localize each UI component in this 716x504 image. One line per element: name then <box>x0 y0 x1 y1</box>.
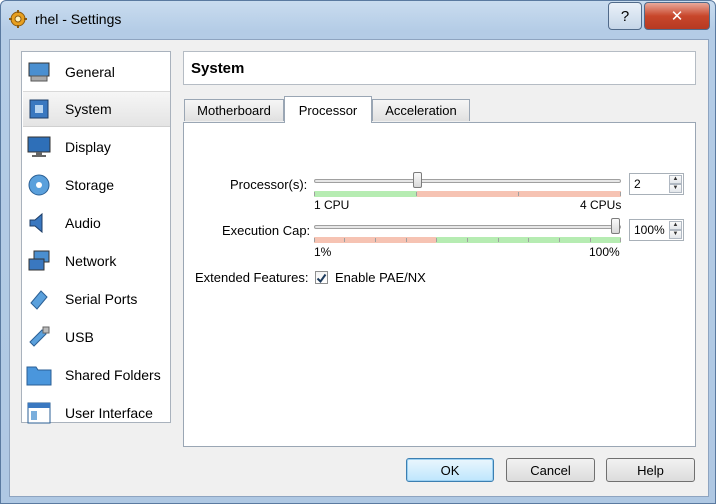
help-button[interactable]: Help <box>606 458 695 482</box>
help-button-label: Help <box>637 462 664 478</box>
tab-motherboard[interactable]: Motherboard <box>184 99 284 121</box>
exec-cap-value: 100% <box>634 223 665 237</box>
checkmark-icon <box>316 273 327 284</box>
title-help-button[interactable]: ? <box>608 2 642 30</box>
processors-min-label: 1 CPU <box>314 198 350 212</box>
exec-cap-max-label: 100% <box>589 245 620 259</box>
page-title: System <box>191 60 245 77</box>
exec-cap-label: Execution Cap: <box>222 223 311 238</box>
tab-label: Acceleration <box>385 103 457 118</box>
processors-scale <box>314 191 621 197</box>
chip-icon <box>26 96 52 122</box>
tab-acceleration[interactable]: Acceleration <box>372 99 470 121</box>
sidebar-item-label: General <box>65 64 115 80</box>
sidebar-item-user-interface[interactable]: User Interface <box>23 395 170 431</box>
sidebar-item-usb[interactable]: USB <box>23 319 170 355</box>
gear-icon <box>9 10 27 28</box>
sidebar-item-storage[interactable]: Storage <box>23 167 170 203</box>
serial-port-icon <box>26 286 52 312</box>
spin-up-icon[interactable]: ▲ <box>669 221 682 230</box>
spin-down-icon[interactable]: ▼ <box>669 230 682 239</box>
sidebar-item-label: Shared Folders <box>65 367 161 383</box>
sidebar-item-label: System <box>65 101 112 117</box>
sidebar-item-audio[interactable]: Audio <box>23 205 170 241</box>
window-title: rhel - Settings <box>35 11 122 27</box>
processors-slider-track[interactable] <box>314 179 621 183</box>
extended-features-label: Extended Features: <box>195 270 309 285</box>
pae-checkbox[interactable] <box>315 271 328 284</box>
processors-value: 2 <box>634 177 641 191</box>
disk-icon <box>26 172 52 198</box>
exec-cap-scale <box>314 237 621 243</box>
sidebar-item-display[interactable]: Display <box>23 129 170 165</box>
ok-button[interactable]: OK <box>406 458 494 482</box>
processors-label: Processor(s): <box>230 177 308 192</box>
cancel-button[interactable]: Cancel <box>506 458 595 482</box>
processor-tab-panel: Processor(s): 1 CPU 4 CPUs 2 ▲ ▼ Executi… <box>183 122 696 447</box>
display-icon <box>26 134 52 160</box>
processors-max-label: 4 CPUs <box>580 198 622 212</box>
close-icon: ✕ <box>670 8 684 25</box>
exec-cap-slider-track[interactable] <box>314 225 621 229</box>
sidebar-item-label: Network <box>65 253 117 269</box>
title-bar[interactable]: rhel - Settings ? ✕ <box>1 1 715 39</box>
usb-icon <box>26 324 52 350</box>
pae-label[interactable]: Enable PAE/NX <box>335 270 426 285</box>
sidebar-item-shared-folders[interactable]: Shared Folders <box>23 357 170 393</box>
sidebar-item-label: USB <box>65 329 94 345</box>
tab-label: Motherboard <box>197 103 271 118</box>
window-ui-icon <box>26 400 52 426</box>
exec-cap-spin-buttons: ▲ ▼ <box>669 221 682 239</box>
spin-down-icon[interactable]: ▼ <box>669 184 682 193</box>
sidebar-item-label: Serial Ports <box>65 291 138 307</box>
sidebar-item-serial-ports[interactable]: Serial Ports <box>23 281 170 317</box>
processors-slider-thumb[interactable] <box>413 172 422 188</box>
cancel-button-label: Cancel <box>530 462 571 478</box>
help-icon: ? <box>620 7 630 25</box>
close-button[interactable]: ✕ <box>644 2 710 30</box>
network-icon <box>26 248 52 274</box>
exec-cap-slider-thumb[interactable] <box>611 218 620 234</box>
sidebar-item-network[interactable]: Network <box>23 243 170 279</box>
tab-processor[interactable]: Processor <box>284 96 372 123</box>
exec-cap-min-label: 1% <box>314 245 332 259</box>
sidebar-item-label: Storage <box>65 177 115 193</box>
sidebar-item-label: User Interface <box>65 405 153 421</box>
sidebar-item-general[interactable]: General <box>23 54 170 90</box>
tab-label: Processor <box>298 102 358 118</box>
settings-window: rhel - Settings ? ✕ General System Displ… <box>0 0 716 504</box>
sidebar-item-system[interactable]: System <box>23 91 170 127</box>
page-header: System <box>183 51 696 85</box>
processors-spin-buttons: ▲ ▼ <box>669 175 682 193</box>
speaker-icon <box>26 210 52 236</box>
dialog-client: General System Display Storage Audio Net… <box>9 39 709 497</box>
exec-cap-spinbox[interactable]: 100% ▲ ▼ <box>629 219 684 241</box>
sidebar-item-label: Display <box>65 139 111 155</box>
processors-spinbox[interactable]: 2 ▲ ▼ <box>629 173 684 195</box>
sidebar-item-label: Audio <box>65 215 101 231</box>
ok-button-label: OK <box>440 462 460 478</box>
settings-sidebar: General System Display Storage Audio Net… <box>21 51 171 424</box>
spin-up-icon[interactable]: ▲ <box>669 175 682 184</box>
monitor-general-icon <box>26 59 52 85</box>
folder-icon <box>26 362 52 388</box>
